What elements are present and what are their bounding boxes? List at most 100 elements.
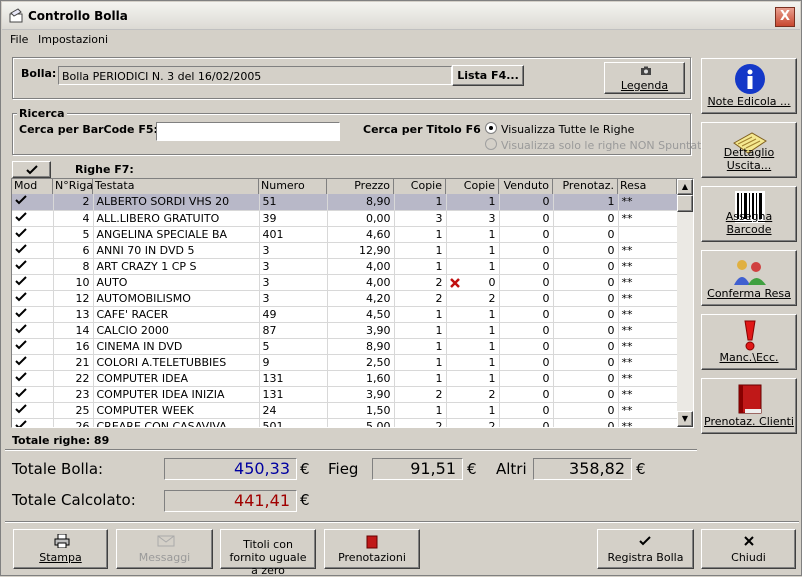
- testata-cell: ALBERTO SORDI VHS 20: [93, 194, 260, 211]
- numero-cell: 49: [259, 306, 328, 323]
- resa-cell: **: [618, 418, 677, 427]
- copie-dl-cell: 1: [394, 258, 447, 275]
- prenotaz-cell: 0: [553, 306, 619, 323]
- copie-dl-cell: 1: [394, 354, 447, 371]
- col-nriga[interactable]: N°Riga: [53, 179, 93, 194]
- table-row[interactable]: 8 ART CRAZY 1 CP S 3 4,00 1 1 0 0 **: [12, 258, 677, 275]
- grid-scrollbar[interactable]: ▲ ▼: [677, 179, 693, 427]
- chiudi-button[interactable]: Chiudi: [701, 529, 796, 569]
- col-numero[interactable]: Numero: [259, 179, 327, 194]
- copie-dl-cell: 2: [394, 386, 447, 403]
- totale-bolla-label: Totale Bolla:: [12, 460, 104, 478]
- checkmark-icon: [15, 371, 27, 381]
- lista-button[interactable]: Lista F4...: [452, 65, 524, 86]
- table-row[interactable]: 23 COMPUTER IDEA INIZIA 131 3,90 2 2 0 0 **: [12, 386, 677, 403]
- titoli-zero-button[interactable]: Titoli con fornito uguale a zero: [220, 529, 316, 577]
- messaggi-button[interactable]: Messaggi: [116, 529, 213, 569]
- copie-pv-cell: 1: [446, 354, 500, 371]
- barcode-input[interactable]: [156, 122, 340, 141]
- numero-cell: 3: [259, 258, 328, 275]
- col-prenotaz[interactable]: Prenotaz.: [553, 179, 618, 194]
- table-row[interactable]: 2 ALBERTO SORDI VHS 20 51 8,90 1 1 0 1 **: [12, 194, 677, 211]
- prezzo-cell: 5,00: [327, 418, 395, 427]
- radio-unchecked-only[interactable]: [485, 138, 497, 150]
- assegna-barcode-button[interactable]: Assegna Barcode: [701, 186, 797, 242]
- col-venduto[interactable]: Venduto: [499, 179, 553, 194]
- riga-cell: 4: [53, 210, 94, 227]
- testata-cell: COMPUTER IDEA: [93, 370, 260, 387]
- table-row[interactable]: 12 AUTOMOBILISMO 3 4,20 2 2 0 0 **: [12, 290, 677, 307]
- mod-cell: [12, 210, 54, 227]
- table-row[interactable]: 5 ANGELINA SPECIALE BA 401 4,60 1 1 0 0: [12, 226, 677, 243]
- fieg-label: Fieg: [328, 460, 359, 478]
- numero-cell: 3: [259, 242, 328, 259]
- prezzo-cell: 0,00: [327, 210, 395, 227]
- numero-cell: 24: [259, 402, 328, 419]
- prenotazioni-button[interactable]: Prenotazioni: [324, 529, 420, 569]
- prenotaz-clienti-button[interactable]: Prenotaz. Clienti: [701, 378, 797, 434]
- checkmark-icon: [15, 211, 27, 221]
- riga-cell: 22: [53, 370, 94, 387]
- conferma-resa-button[interactable]: Conferma Resa: [701, 250, 797, 306]
- col-prezzo[interactable]: Prezzo: [327, 179, 394, 194]
- check-all-button[interactable]: [12, 161, 51, 178]
- radio-all[interactable]: [485, 122, 497, 134]
- note-edicola-label: Note Edicola ...: [707, 95, 791, 108]
- stampa-button[interactable]: Stampa: [13, 529, 108, 569]
- dettaglio-uscita-button[interactable]: Dettaglio Uscita...: [701, 122, 797, 178]
- mod-cell: [12, 418, 54, 427]
- table-row[interactable]: 16 CINEMA IN DVD 5 8,90 1 1 0 0 **: [12, 338, 677, 355]
- copie-pv-cell: 1: [446, 194, 500, 211]
- table-row[interactable]: 13 CAFE' RACER 49 4,50 1 1 0 0 **: [12, 306, 677, 323]
- menu-file[interactable]: File: [10, 33, 28, 46]
- table-row[interactable]: 22 COMPUTER IDEA 131 1,60 1 1 0 0 **: [12, 370, 677, 387]
- prenotaz-cell: 1: [553, 194, 619, 211]
- registra-bolla-button[interactable]: Registra Bolla: [597, 529, 694, 569]
- checkmark-icon: [15, 227, 27, 237]
- venduto-cell: 0: [499, 194, 554, 211]
- prezzo-cell: 12,90: [327, 242, 395, 259]
- menu-bar: File Impostazioni: [2, 31, 800, 49]
- numero-cell: 3: [259, 274, 328, 291]
- prenotaz-cell: 0: [553, 402, 619, 419]
- mod-cell: [12, 258, 54, 275]
- testata-cell: ANNI 70 IN DVD 5: [93, 242, 260, 259]
- table-row[interactable]: 21 COLORI A.TELETUBBIES 9 2,50 1 1 0 0 **: [12, 354, 677, 371]
- manc-ecc-button[interactable]: Manc.\Ecc.: [701, 314, 797, 370]
- prenotaz-cell: 0: [553, 258, 619, 275]
- scroll-thumb[interactable]: [677, 195, 693, 212]
- table-row[interactable]: 14 CALCIO 2000 87 3,90 1 1 0 0 **: [12, 322, 677, 339]
- table-row[interactable]: 6 ANNI 70 IN DVD 5 3 12,90 1 1 0 0 **: [12, 242, 677, 259]
- col-mod[interactable]: Mod: [12, 179, 53, 194]
- note-edicola-button[interactable]: Note Edicola ...: [701, 58, 797, 114]
- table-row[interactable]: 25 COMPUTER WEEK 24 1,50 1 1 0 0 **: [12, 402, 677, 419]
- conferma-resa-label: Conferma Resa: [707, 287, 791, 300]
- menu-impostazioni[interactable]: Impostazioni: [38, 33, 108, 46]
- table-row[interactable]: 10 AUTO 3 4,00 2 0 0 0 **: [12, 274, 677, 291]
- col-copie-dl[interactable]: Copie DL: [394, 179, 446, 206]
- numero-cell: 501: [259, 418, 328, 427]
- mod-cell: [12, 386, 54, 403]
- checkmark-icon: [25, 165, 38, 175]
- col-copie-pv[interactable]: Copie PV: [446, 179, 499, 206]
- prenotaz-cell: 0: [553, 226, 619, 243]
- main-window: Controllo Bolla X File Impostazioni Boll…: [0, 0, 802, 577]
- table-row[interactable]: 4 ALL.LIBERO GRATUITO 39 0,00 3 3 0 0 **: [12, 210, 677, 227]
- checkmark-icon: [15, 355, 27, 365]
- copie-pv-cell: 1: [446, 242, 500, 259]
- table-row[interactable]: 26 CREARE CON CASAVIVA 501 5,00 2 2 0 0 **: [12, 418, 677, 427]
- copie-dl-cell: 1: [394, 226, 447, 243]
- close-window-button[interactable]: X: [775, 7, 795, 27]
- col-resa[interactable]: Resa: [618, 179, 677, 194]
- righe-label: Righe F7:: [75, 163, 134, 176]
- copie-pv-cell: 2: [446, 386, 500, 403]
- prezzo-cell: 4,50: [327, 306, 395, 323]
- copie-pv-cell: 1: [446, 402, 500, 419]
- close-icon: [744, 536, 754, 546]
- legenda-button[interactable]: Legenda: [604, 62, 685, 94]
- scroll-up-icon[interactable]: ▲: [677, 179, 693, 195]
- manc-ecc-label: Manc.\Ecc.: [719, 351, 779, 364]
- col-testata[interactable]: Testata: [93, 179, 259, 194]
- scroll-down-icon[interactable]: ▼: [677, 411, 693, 427]
- venduto-cell: 0: [499, 242, 554, 259]
